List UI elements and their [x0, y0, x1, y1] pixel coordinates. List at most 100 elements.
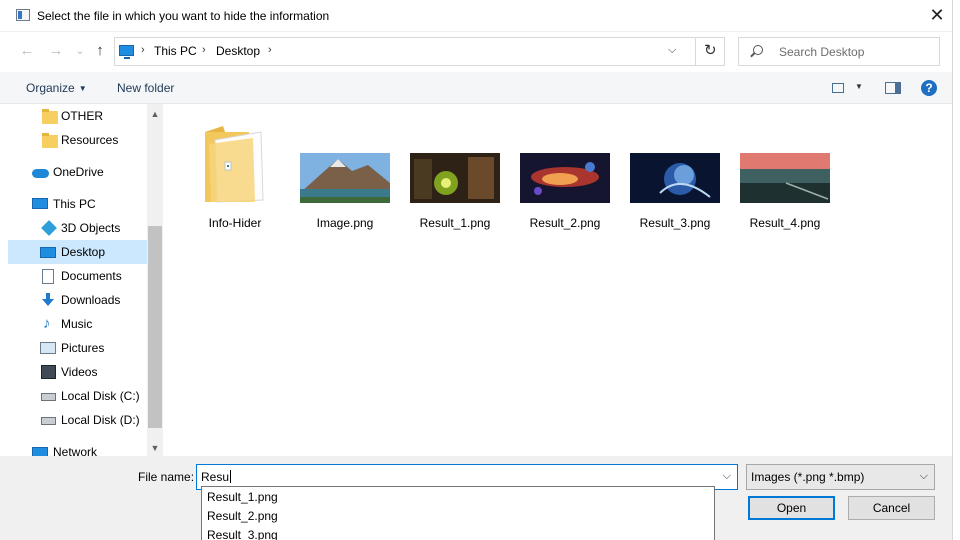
- help-icon[interactable]: ?: [921, 80, 937, 96]
- sidebar-item-label: Downloads: [61, 293, 121, 307]
- app-icon: [16, 9, 30, 21]
- open-button[interactable]: Open: [748, 496, 835, 520]
- image-thumbnail: [300, 153, 390, 203]
- folder-icon: [42, 133, 58, 148]
- sidebar-item-network[interactable]: Network: [8, 440, 147, 456]
- file-name: Result_4.png: [749, 216, 821, 230]
- autocomplete-item[interactable]: Result_1.png: [207, 490, 278, 504]
- videos-icon: [41, 365, 56, 379]
- file-name: Image.png: [316, 216, 374, 230]
- close-icon: ✕: [929, 5, 945, 25]
- preview-pane-icon[interactable]: [885, 82, 901, 94]
- search-placeholder: Search Desktop: [779, 45, 865, 59]
- divider: [695, 38, 696, 65]
- chevron-down-icon: ⌵: [919, 470, 928, 482]
- autocomplete-item[interactable]: Result_2.png: [207, 509, 278, 523]
- folder-icon: [42, 109, 58, 124]
- sidebar-item-label: Resources: [61, 133, 119, 147]
- chevron-down-icon[interactable]: ⌵: [723, 470, 731, 483]
- caret-down-icon: ▼: [78, 84, 87, 94]
- organize-button[interactable]: Organize ▼: [26, 81, 87, 95]
- sidebar-item-local-disk-c[interactable]: Local Disk (C:): [8, 384, 147, 408]
- pc-icon: [32, 198, 48, 209]
- file-item-result-2-png[interactable]: Result_2.png: [515, 118, 615, 230]
- scroll-thumb[interactable]: [148, 226, 162, 428]
- organize-label: Organize: [26, 81, 75, 95]
- recent-locations-button[interactable]: ⌄: [71, 42, 89, 60]
- breadcrumb-separator[interactable]: ›: [202, 44, 206, 56]
- back-arrow-icon: ←: [19, 42, 35, 59]
- 3d-objects-icon: [41, 220, 57, 236]
- sidebar-item-other[interactable]: OTHER: [8, 104, 147, 128]
- sidebar-item-local-disk-d[interactable]: Local Disk (D:): [8, 408, 147, 432]
- sidebar-item-label: Local Disk (D:): [61, 413, 140, 427]
- chevron-down-icon: ⌄: [75, 45, 85, 57]
- pictures-icon: [40, 342, 56, 354]
- file-item-info-hider[interactable]: Info-Hider: [185, 118, 285, 230]
- search-input[interactable]: Search Desktop: [738, 37, 940, 66]
- autocomplete-item[interactable]: Result_3.png: [207, 528, 278, 540]
- breadcrumb-desktop[interactable]: Desktop: [216, 44, 260, 58]
- image-thumbnail: [410, 153, 500, 203]
- navigation-pane: OTHER Resources OneDrive This PC 3D Obje…: [8, 104, 163, 456]
- change-view-icon[interactable]: [832, 83, 844, 93]
- sidebar-item-label: Videos: [61, 365, 98, 379]
- sidebar-item-label: Pictures: [61, 341, 105, 355]
- sidebar-item-pictures[interactable]: Pictures: [8, 336, 147, 360]
- file-name-value: Resu: [201, 470, 230, 484]
- breadcrumb-this-pc[interactable]: This PC: [154, 44, 197, 58]
- file-type-select[interactable]: Images (*.png *.bmp) ⌵: [746, 464, 935, 490]
- sidebar-scrollbar[interactable]: ▲ ▼: [147, 104, 163, 456]
- file-name: Result_1.png: [419, 216, 491, 230]
- scroll-down-icon[interactable]: ▼: [147, 440, 163, 456]
- sidebar-item-this-pc[interactable]: This PC: [8, 192, 147, 216]
- file-item-result-3-png[interactable]: Result_3.png: [625, 118, 725, 230]
- navigation-bar: ← → ⌄ ↑ › This PC › Desktop › ⌵ ↻ Search…: [0, 32, 960, 72]
- sidebar-item-label: Network: [53, 445, 98, 456]
- file-item-image-png[interactable]: Image.png: [295, 118, 395, 230]
- file-item-result-1-png[interactable]: Result_1.png: [405, 118, 505, 230]
- sidebar-item-videos[interactable]: Videos: [8, 360, 147, 384]
- file-list: Info-Hider Image.png Result_1.png Result…: [164, 104, 953, 456]
- sidebar-item-desktop[interactable]: Desktop: [8, 240, 147, 264]
- image-thumbnail: [740, 153, 830, 203]
- sidebar-item-resources[interactable]: Resources: [8, 128, 147, 152]
- sidebar-item-onedrive[interactable]: OneDrive: [8, 160, 147, 184]
- refresh-icon[interactable]: ↻: [704, 41, 717, 59]
- disk-icon: [41, 393, 56, 401]
- sidebar-item-documents[interactable]: Documents: [8, 264, 147, 288]
- cancel-button[interactable]: Cancel: [848, 496, 935, 520]
- back-button[interactable]: ←: [18, 42, 36, 60]
- window-border: [952, 0, 960, 540]
- address-history-dropdown[interactable]: ⌵: [668, 44, 676, 57]
- downloads-icon: [42, 293, 54, 306]
- sidebar-item-3d-objects[interactable]: 3D Objects: [8, 216, 147, 240]
- desktop-icon: [40, 247, 56, 258]
- close-button[interactable]: ✕: [920, 4, 954, 28]
- disk-icon: [41, 417, 56, 425]
- new-folder-button[interactable]: New folder: [117, 81, 174, 95]
- search-icon: [753, 45, 763, 55]
- documents-icon: [42, 269, 54, 284]
- breadcrumb-separator[interactable]: ›: [268, 44, 272, 56]
- up-button[interactable]: ↑: [91, 42, 109, 60]
- folder-icon: [205, 126, 264, 203]
- file-name: Info-Hider: [208, 216, 262, 230]
- forward-button[interactable]: →: [47, 42, 65, 60]
- scroll-up-icon[interactable]: ▲: [147, 106, 163, 122]
- sidebar-item-downloads[interactable]: Downloads: [8, 288, 147, 312]
- up-arrow-icon: ↑: [96, 42, 104, 59]
- network-icon: [32, 447, 48, 456]
- command-bar: Organize ▼ New folder ▼ ?: [0, 72, 960, 104]
- window-title: Select the file in which you want to hid…: [37, 9, 330, 23]
- breadcrumb-separator[interactable]: ›: [141, 44, 145, 56]
- image-thumbnail: [520, 153, 610, 203]
- file-item-result-4-png[interactable]: Result_4.png: [735, 118, 835, 230]
- title-bar: Select the file in which you want to hid…: [0, 0, 960, 32]
- file-name-label: File name:: [138, 470, 195, 484]
- address-bar[interactable]: › This PC › Desktop › ⌵ ↻: [114, 37, 725, 66]
- forward-arrow-icon: →: [48, 42, 64, 59]
- image-thumbnail: [630, 153, 720, 203]
- caret-down-icon[interactable]: ▼: [855, 82, 863, 91]
- sidebar-item-music[interactable]: ♪ Music: [8, 312, 147, 336]
